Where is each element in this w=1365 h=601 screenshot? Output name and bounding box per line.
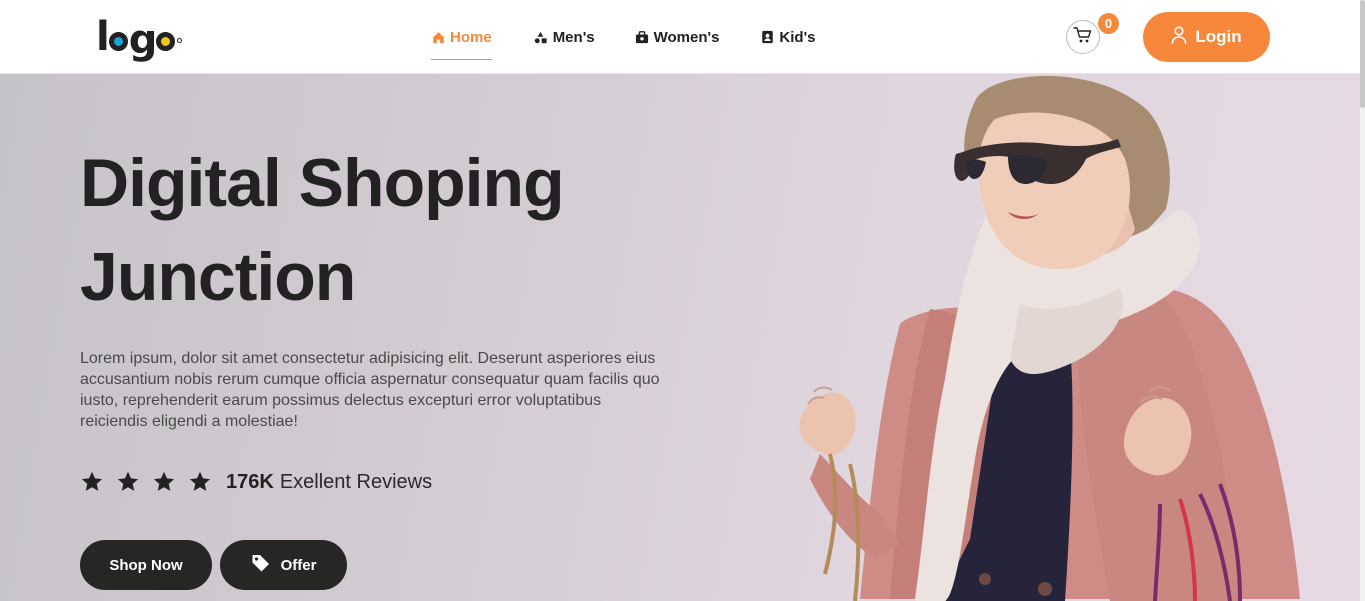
offer-label: Offer [280, 556, 317, 574]
page-scrollbar[interactable] [1360, 0, 1365, 601]
hero-section: Digital Shoping Junction Lorem ipsum, do… [0, 74, 1360, 601]
hero-model-image [799, 75, 1300, 601]
offer-button[interactable]: Offer [220, 540, 347, 590]
nav-item-label: Women's [653, 28, 720, 46]
nav-item-womens[interactable]: Women's [635, 0, 720, 74]
home-icon [431, 30, 445, 44]
star-icon [81, 471, 103, 491]
nav-item-home[interactable]: Home [431, 0, 492, 74]
login-label: Login [1195, 27, 1242, 46]
bag-icon [635, 30, 649, 44]
rating: 176K Exellent Reviews [80, 470, 432, 494]
star-icon [117, 471, 139, 491]
nav-item-label: Home [450, 28, 492, 46]
tag-icon [251, 553, 271, 577]
main-nav: Home Men's Women's Kid's [431, 0, 816, 74]
hero-title-line: Junction [80, 239, 356, 315]
cart-button[interactable] [1066, 20, 1100, 54]
cart-icon [1073, 26, 1093, 49]
logo[interactable]: lg [96, 14, 183, 60]
nav-item-label: Men's [552, 28, 595, 46]
nav-item-label: Kid's [779, 28, 816, 46]
shapes-icon [534, 30, 548, 44]
user-icon [1171, 25, 1187, 49]
shop-now-label: Shop Now [109, 556, 183, 574]
hero-title-line: Digital Shoping [80, 145, 565, 221]
star-rating [80, 470, 212, 494]
nav-item-mens[interactable]: Men's [534, 0, 595, 74]
nav-item-kids[interactable]: Kid's [760, 0, 816, 74]
star-icon [189, 471, 211, 491]
review-label: Exellent Reviews [279, 470, 433, 493]
site-header: lg Home Men's Women's Kid's 0 Login [0, 0, 1360, 74]
shop-now-button[interactable]: Shop Now [80, 540, 212, 590]
star-icon [153, 471, 175, 491]
scrollbar-thumb[interactable] [1360, 0, 1365, 108]
login-button[interactable]: Login [1143, 12, 1270, 62]
contact-icon [760, 30, 774, 44]
review-count: 176K [226, 470, 274, 493]
cart-count-badge: 0 [1098, 13, 1119, 34]
hero-description: Lorem ipsum, dolor sit amet consectetur … [80, 350, 660, 430]
hero-title: Digital Shoping Junction [80, 136, 700, 324]
